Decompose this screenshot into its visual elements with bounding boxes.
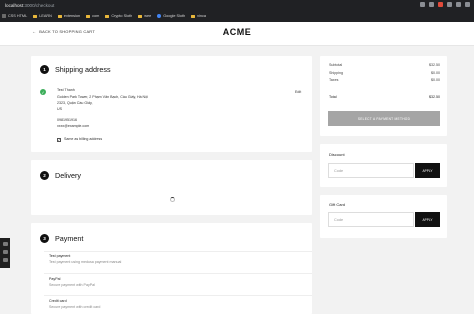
side-toolbar: [0, 238, 10, 268]
google-icon: [157, 14, 162, 18]
checkmark-icon: ✓: [40, 89, 46, 95]
folder-icon: [105, 14, 110, 18]
site-header: ← BACK TO SHOPPING CART ACME: [0, 22, 474, 46]
apply-discount-button[interactable]: APPLY: [415, 163, 440, 178]
delivery-title: Delivery: [55, 171, 81, 180]
profile-icon[interactable]: [456, 2, 461, 7]
bookmark-star-icon[interactable]: [429, 2, 434, 7]
extension-icon[interactable]: [438, 2, 443, 7]
select-payment-method-button[interactable]: SELECT A PAYMENT METHOD: [328, 111, 440, 126]
taxes-row: Taxes $0.00: [329, 78, 440, 82]
payment-option-credit-card[interactable]: Credit card Secure payment with credit c…: [49, 299, 100, 309]
bookmark-item[interactable]: wee: [138, 14, 151, 18]
payment-option-test[interactable]: Test payment Test payment using medusa p…: [49, 254, 121, 264]
divider: [44, 273, 312, 274]
menu-icon[interactable]: [465, 2, 470, 7]
payment-name: PayPal: [49, 277, 61, 281]
folder-icon: [86, 14, 91, 18]
payment-option-paypal[interactable]: PayPal Secure payment with PayPal: [49, 277, 95, 287]
toolbar-icons: [420, 2, 470, 7]
shipping-row: Shipping $0.00: [329, 71, 440, 75]
address-line: Golden Park Tower, 2 Phạm Văn Bạch, Cầu …: [57, 95, 148, 99]
payment-name: Test payment: [49, 254, 71, 258]
address-line: US: [57, 107, 62, 111]
payment-title: Payment: [55, 234, 84, 243]
payment-desc: Secure payment with PayPal: [49, 282, 95, 287]
folder-icon: [57, 14, 62, 18]
divider: [44, 251, 312, 252]
divider: [44, 295, 312, 296]
phone-line: 0981951916: [57, 118, 77, 122]
gift-card-title: Gift Card: [329, 202, 346, 207]
bookmark-item[interactable]: Google Sloth: [157, 14, 185, 18]
bookmark-item[interactable]: extension: [57, 14, 80, 18]
folder-icon: [191, 14, 196, 18]
same-as-billing-label: Same as billing address: [64, 137, 103, 141]
bookmark-item[interactable]: com: [86, 14, 99, 18]
flag-icon[interactable]: [2, 242, 8, 246]
bookmark-item[interactable]: LEARN: [33, 14, 52, 18]
shipping-title: Shipping address: [55, 65, 111, 74]
address-line: 2323, Quận Cầu Giấy,: [57, 101, 93, 105]
puzzle-icon[interactable]: [447, 2, 452, 7]
step-number: 1: [40, 65, 49, 74]
bookmark-item[interactable]: vinca: [191, 14, 206, 18]
step-number: 3: [40, 234, 49, 243]
delivery-card: [31, 160, 312, 215]
browser-chrome: localhost:3000/checkout CSS HTML LEARN e…: [0, 0, 474, 22]
doc-icon: [2, 14, 6, 18]
bookmarks-bar: CSS HTML LEARN extension com Crypto Slot…: [2, 12, 206, 20]
same-as-billing-checkbox[interactable]: ✓: [57, 138, 61, 142]
bookmark-item[interactable]: CSS HTML: [2, 14, 27, 18]
apply-gift-card-button[interactable]: APPLY: [415, 212, 440, 227]
email-line: xxxx@example.com: [57, 124, 90, 128]
step-number: 2: [40, 171, 49, 180]
loading-spinner-icon: [170, 197, 175, 202]
gift-card-code-input[interactable]: Code: [328, 212, 414, 227]
payment-name: Credit card: [49, 299, 67, 303]
tool-icon[interactable]: [2, 258, 8, 262]
share-icon[interactable]: [420, 2, 425, 7]
store-logo[interactable]: ACME: [0, 27, 474, 37]
total-row: Total $32.50: [329, 95, 440, 99]
subtotal-row: Subtotal $32.50: [329, 63, 440, 67]
address-line: Test Thanh: [57, 88, 75, 92]
address-bar[interactable]: localhost:3000/checkout: [2, 1, 432, 10]
folder-icon: [33, 14, 38, 18]
discount-code-input[interactable]: Code: [328, 163, 414, 178]
pen-icon[interactable]: [2, 250, 8, 254]
bookmark-item[interactable]: Crypto Sloth: [105, 14, 132, 18]
discount-title: Discount: [329, 152, 345, 157]
payment-desc: Secure payment with credit card: [49, 304, 101, 309]
edit-address-button[interactable]: Edit: [295, 90, 301, 94]
url-text: localhost:3000/checkout: [5, 3, 55, 8]
folder-icon: [138, 14, 143, 18]
payment-desc: Test payment using medusa payment manual: [49, 259, 122, 264]
